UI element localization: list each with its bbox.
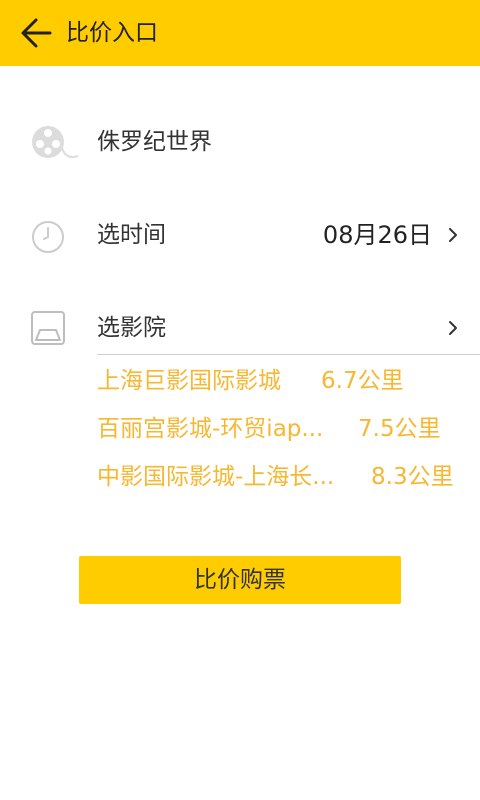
select-cinema-row[interactable]: 选影院 [0, 298, 480, 360]
chevron-right-icon [449, 321, 457, 335]
back-arrow-icon[interactable] [18, 15, 54, 51]
cinema-list-item[interactable]: 中影国际影城-上海长... 8.3公里 [97, 461, 480, 497]
divider [97, 354, 480, 355]
top-bar: 比价入口 [0, 0, 480, 66]
film-reel-icon [32, 126, 79, 158]
movie-row: 侏罗纪世界 [0, 112, 480, 172]
cinema-screen-icon [31, 311, 65, 345]
chevron-right-icon [449, 228, 457, 242]
cinema-distance: 6.7公里 [321, 368, 404, 394]
cinema-distance: 7.5公里 [358, 416, 441, 442]
selected-date: 08月26日 [322, 221, 432, 249]
cinema-name: 中影国际影城-上海长... [97, 464, 335, 490]
select-time-row[interactable]: 选时间 08月26日 [0, 205, 480, 267]
page-title: 比价入口 [66, 20, 158, 46]
cinema-name: 百丽宫影城-环贸iap... [97, 416, 324, 442]
clock-icon [32, 221, 64, 253]
compare-buy-button[interactable]: 比价购票 [79, 556, 401, 604]
cinema-list-item[interactable]: 百丽宫影城-环贸iap... 7.5公里 [97, 413, 480, 449]
cinema-name: 上海巨影国际影城 [97, 368, 281, 394]
cinema-distance: 8.3公里 [371, 464, 454, 490]
select-time-label: 选时间 [97, 222, 166, 248]
cinema-list-item[interactable]: 上海巨影国际影城 6.7公里 [97, 365, 480, 401]
movie-title: 侏罗纪世界 [97, 129, 212, 155]
select-cinema-label: 选影院 [97, 315, 166, 341]
